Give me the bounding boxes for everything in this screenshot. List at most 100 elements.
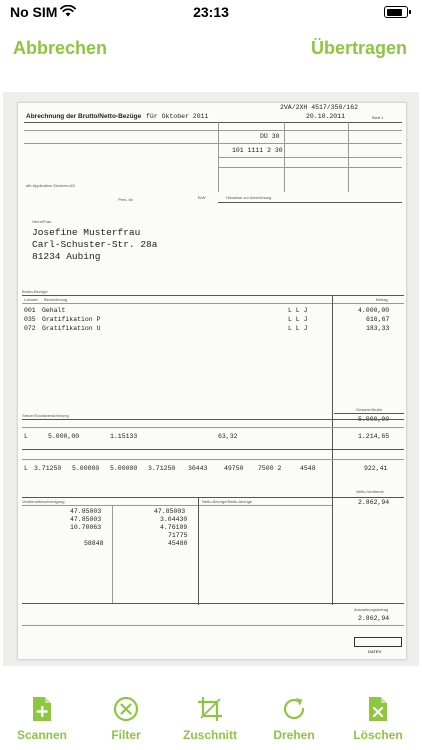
clock: 23:13 <box>193 4 229 20</box>
steuer-brutto: 5.000,00 <box>48 433 80 440</box>
divider <box>22 449 404 450</box>
sv-value: 3.71250 <box>34 465 62 472</box>
doc-line-101: 101 1111 2 30 <box>232 147 283 154</box>
divider <box>218 122 219 192</box>
item-flags: L L J <box>288 325 308 332</box>
steuer-total: 1.214,65 <box>358 433 390 440</box>
filter-button[interactable]: Filter <box>88 696 164 748</box>
salutation: Herrn/Frau <box>32 219 52 224</box>
verdienst-left-value: 47.85003 <box>70 516 102 523</box>
recipient-name: Josefine Musterfrau <box>32 227 141 238</box>
divider <box>218 167 402 168</box>
hinweise-label: Hinweise zur Abrechnung <box>226 195 272 200</box>
verdienst-right-value: 45480 <box>168 540 188 547</box>
netto-bezuege-label: Netto-Bezüge/Netto-Abzüge <box>202 499 253 504</box>
divider <box>22 459 404 460</box>
brutto-section-label: Brutto-Bezüge <box>22 289 48 294</box>
recipient-city: 81234 Aubing <box>32 251 101 262</box>
sv-value: 30443 <box>188 465 208 472</box>
divider <box>332 295 333 605</box>
verdienst-left-value: 47.85003 <box>70 508 102 515</box>
transfer-button[interactable]: Übertragen <box>311 38 407 59</box>
item-code: 072 <box>24 325 36 332</box>
doc-date: 20.10.2011 <box>306 113 346 120</box>
sv-total: 922,41 <box>364 465 388 472</box>
netto-label: Netto-Verdienst <box>356 489 384 494</box>
lohnsteuer: 1.15133 <box>110 433 138 440</box>
divider <box>24 130 402 131</box>
divider <box>22 497 404 498</box>
battery-level <box>386 8 402 16</box>
nav-bar: Abbrechen Übertragen <box>0 32 422 66</box>
item-amount: 4.000,00 <box>358 307 390 314</box>
divider <box>334 413 404 414</box>
divider <box>198 497 199 605</box>
delete-label: Löschen <box>353 728 403 742</box>
sv-code: L <box>24 465 28 472</box>
steuer-row-code: L <box>24 433 28 440</box>
gesamt-brutto-label: Gesamt-Brutto <box>356 407 383 412</box>
item-flags: L L J <box>288 316 308 323</box>
verdienst-right-value: 4.76109 <box>160 524 188 531</box>
add-document-icon <box>33 697 51 721</box>
delete-button[interactable]: Löschen <box>340 696 416 748</box>
netto-value: 2.862,94 <box>358 499 390 506</box>
item-text: Gratifikation P <box>42 316 101 323</box>
doc-period: für Oktober 2011 <box>146 113 209 120</box>
divider <box>218 157 402 158</box>
auszahlung-label: Auszahlungsbetrag <box>354 607 389 612</box>
item-flags: L L J <box>288 307 308 314</box>
item-code: 001 <box>24 307 36 314</box>
sv-value: 3.71250 <box>148 465 176 472</box>
divider <box>22 295 404 296</box>
divider <box>348 122 349 192</box>
scan-preview[interactable]: Abrechnung der Brutto/Netto-Bezüge für O… <box>3 92 419 666</box>
datev-brand: DATEV <box>368 649 382 654</box>
scan-label: Scannen <box>16 728 67 742</box>
divider <box>22 505 332 506</box>
crop-label: Zuschnitt <box>183 728 237 742</box>
divider <box>24 122 402 123</box>
delete-document-icon <box>369 697 387 721</box>
rotate-button[interactable]: Drehen <box>256 696 332 748</box>
divider <box>112 505 113 603</box>
verdienst-left-value: 58848 <box>84 540 104 547</box>
divider <box>22 427 404 428</box>
verdienst-right-value: 3.04430 <box>160 516 188 523</box>
pers-nr-label: Pers.-Nr. <box>118 197 134 202</box>
verdienst-right-value: 71775 <box>168 532 188 539</box>
divider <box>22 419 404 420</box>
bw-label: B/W <box>198 195 206 200</box>
doc-du: DÜ 30 <box>260 133 280 140</box>
auszahlung-value: 2.862,94 <box>358 615 390 622</box>
battery-icon <box>384 6 411 18</box>
filter-label: Filter <box>111 728 141 742</box>
sv-value: 49750 <box>224 465 244 472</box>
item-text: Gratifikation U <box>42 325 101 332</box>
divider <box>24 143 402 144</box>
doc-code: 2VA/2XH 4517/350/162 <box>280 104 359 111</box>
crop-button[interactable]: Zuschnitt <box>172 696 248 748</box>
cancel-button[interactable]: Abbrechen <box>13 38 107 59</box>
item-amount: 616,67 <box>366 316 390 323</box>
verdienst-right-value: 47.85003 <box>154 508 186 515</box>
verdienst-left-value: 10.70063 <box>70 524 102 531</box>
divider <box>22 303 404 304</box>
bottom-toolbar: Scannen Filter Zuschnitt Drehen Löschen <box>0 696 422 750</box>
divider <box>22 603 404 604</box>
sv-value: 5.00000 <box>110 465 138 472</box>
item-code: 035 <box>24 316 36 323</box>
sv-value: 4548 <box>300 465 316 472</box>
scanned-payslip: Abrechnung der Brutto/Netto-Bezüge für O… <box>17 102 407 660</box>
divider <box>284 122 285 192</box>
rotate-icon <box>283 698 305 720</box>
datev-logo <box>354 637 402 647</box>
status-bar: No SIM 23:13 <box>0 0 422 24</box>
sv-value: 7500 2 <box>258 465 282 472</box>
col-betrag: Betrag <box>376 297 388 302</box>
divider <box>218 202 402 203</box>
scan-button[interactable]: Scannen <box>4 696 80 748</box>
crop-icon <box>198 697 222 721</box>
rotate-label: Drehen <box>273 728 315 742</box>
doc-title: Abrechnung der Brutto/Netto-Bezüge <box>26 113 142 120</box>
